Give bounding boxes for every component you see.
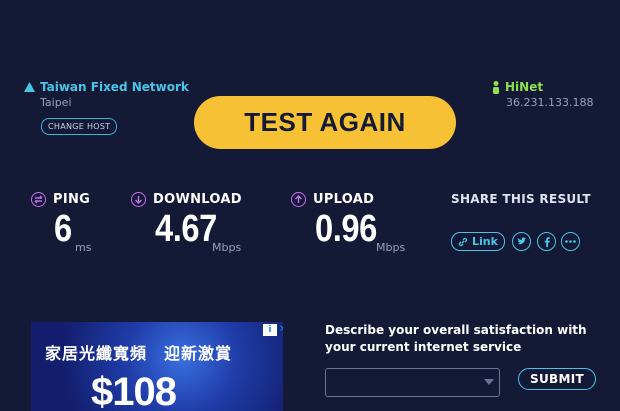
download-label: DOWNLOAD <box>131 192 242 207</box>
isp-ip-address: 36.231.133.188 <box>506 96 594 109</box>
share-link-label: Link <box>472 235 498 248</box>
upload-value: 0.96 <box>315 208 377 250</box>
upload-label-text: UPLOAD <box>313 192 375 207</box>
ping-label-text: PING <box>53 192 91 207</box>
isp-name-label: HiNet <box>505 80 544 94</box>
ad-headline: 家居光纖寬頻 迎新激賞 <box>45 344 233 363</box>
isp-name: HiNet <box>492 80 543 94</box>
twitter-icon[interactable] <box>512 232 531 251</box>
link-icon <box>458 237 468 246</box>
ping-unit: ms <box>75 241 92 254</box>
share-title: SHARE THIS RESULT <box>451 192 591 206</box>
ping-value: 6 <box>54 208 72 250</box>
download-value: 4.67 <box>155 208 217 250</box>
ping-icon <box>31 192 46 207</box>
ping-label: PING <box>31 192 90 207</box>
download-unit: Mbps <box>212 241 242 254</box>
share-link-button[interactable]: Link <box>451 232 505 251</box>
facebook-icon[interactable] <box>537 232 556 251</box>
host-name: Taiwan Fixed Network <box>24 80 189 94</box>
advertisement-banner[interactable]: 家居光纖寬頻 迎新激賞 $108 i ✕ <box>31 322 283 411</box>
change-host-button[interactable]: CHANGE HOST <box>41 118 118 135</box>
download-arrow-icon <box>131 192 146 207</box>
submit-button[interactable]: SUBMIT <box>518 368 596 390</box>
person-icon <box>493 80 499 94</box>
satisfaction-select[interactable] <box>325 368 500 397</box>
chevron-down-icon <box>484 379 494 385</box>
host-city: Taipei <box>40 96 72 109</box>
download-label-text: DOWNLOAD <box>153 192 242 207</box>
test-again-button[interactable]: TEST AGAIN <box>194 96 456 149</box>
upload-label: UPLOAD <box>291 192 374 207</box>
upload-arrow-icon <box>291 192 306 207</box>
host-triangle-icon <box>24 82 35 92</box>
host-name-label: Taiwan Fixed Network <box>40 80 189 94</box>
more-icon[interactable] <box>561 232 580 251</box>
ad-close-icon[interactable]: ✕ <box>279 324 283 336</box>
upload-unit: Mbps <box>376 241 406 254</box>
ad-price: $108 <box>91 370 177 411</box>
survey-question: Describe your overall satisfaction with … <box>325 323 587 354</box>
adchoices-icon[interactable]: i <box>263 324 277 336</box>
